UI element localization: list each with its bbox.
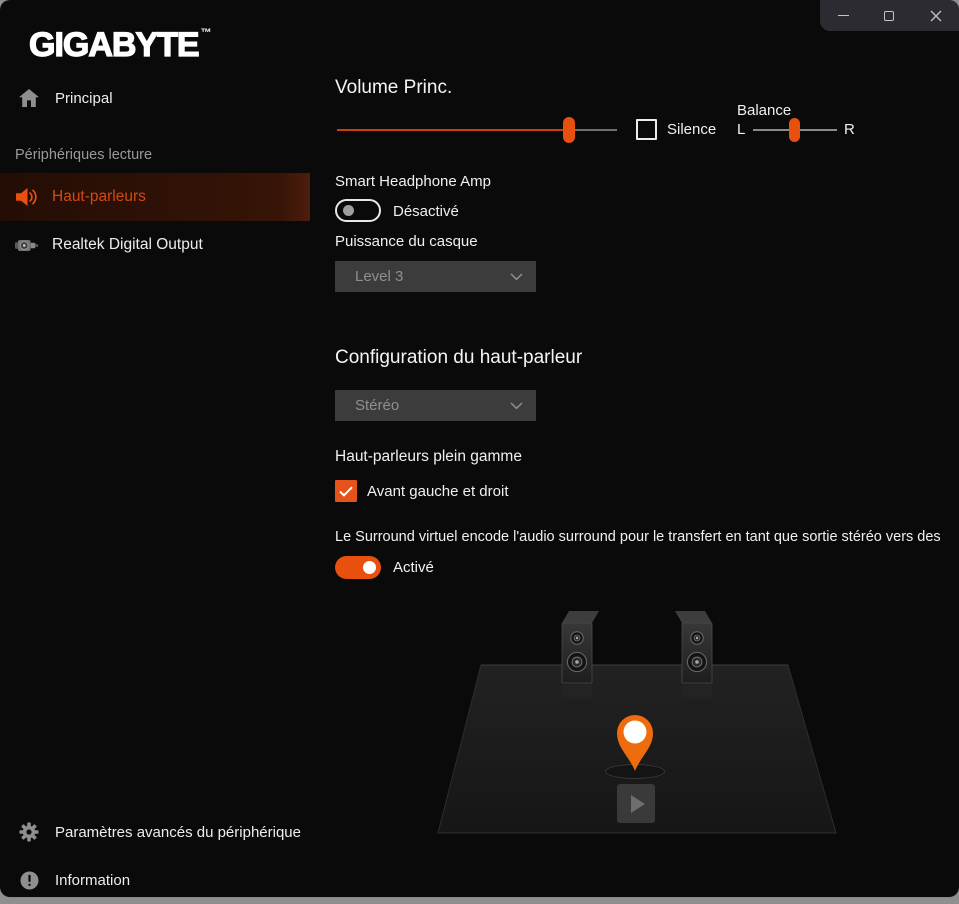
minimize-icon: [838, 15, 849, 16]
sidebar-item-label: Realtek Digital Output: [52, 236, 203, 254]
headphone-amp-toggle[interactable]: [335, 199, 381, 222]
sidebar-item-label: Paramètres avancés du périphérique: [55, 824, 301, 841]
maximize-icon: [884, 11, 894, 21]
balance-slider[interactable]: [753, 118, 837, 142]
mute-label: Silence: [667, 121, 716, 138]
virtual-surround-description: Le Surround virtuel encode l'audio surro…: [335, 529, 959, 545]
optical-plug-icon: [15, 238, 39, 253]
virtual-surround-state-label: Activé: [393, 559, 434, 576]
front-left-right-label: Avant gauche et droit: [367, 483, 509, 500]
gear-icon: [17, 822, 41, 842]
mute-checkbox[interactable]: [636, 119, 657, 140]
sidebar-item-information[interactable]: Information: [0, 858, 310, 897]
minimize-button[interactable]: [820, 0, 866, 31]
chevron-down-icon: [510, 273, 523, 281]
close-icon: [930, 10, 942, 22]
speaker-icon: [15, 187, 39, 207]
gigabyte-logo: GIGABYTE™: [29, 26, 210, 65]
checkmark-icon: [339, 486, 353, 497]
window-controls: [820, 0, 959, 31]
sidebar-item-realtek-digital-output[interactable]: Realtek Digital Output: [0, 223, 310, 267]
select-value: Level 3: [355, 268, 403, 285]
toggle-knob: [343, 205, 354, 216]
headphone-power-label: Puissance du casque: [335, 233, 478, 250]
app-window: GIGABYTE™ Principal Périphériques lectur…: [0, 0, 959, 897]
virtual-surround-toggle[interactable]: [335, 556, 381, 579]
maximize-button[interactable]: [866, 0, 912, 31]
play-test-button[interactable]: [617, 784, 655, 823]
location-pin-icon[interactable]: [609, 708, 661, 772]
volume-slider-handle[interactable]: [563, 117, 575, 143]
speaker-config-title: Configuration du haut-parleur: [335, 347, 582, 369]
sidebar-item-label: Haut-parleurs: [52, 188, 146, 206]
playback-devices-section-label: Périphériques lecture: [15, 147, 152, 163]
play-icon: [631, 795, 645, 813]
full-range-label: Haut-parleurs plein gamme: [335, 448, 522, 466]
front-left-right-checkbox[interactable]: [335, 480, 357, 502]
sidebar-item-advanced-device-settings[interactable]: Paramètres avancés du périphérique: [0, 810, 310, 854]
home-icon: [17, 89, 41, 107]
sidebar-item-principal[interactable]: Principal: [0, 78, 310, 118]
speaker-config-select[interactable]: Stéréo: [335, 390, 536, 421]
sidebar-item-label: Principal: [55, 90, 113, 107]
headphone-power-select[interactable]: Level 3: [335, 261, 536, 292]
volume-slider[interactable]: [337, 117, 617, 143]
sidebar-item-speakers[interactable]: Haut-parleurs: [0, 173, 310, 221]
headphone-amp-state-label: Désactivé: [393, 203, 459, 220]
volume-slider-fill: [337, 129, 569, 131]
balance-right-label: R: [844, 121, 855, 138]
toggle-knob: [363, 561, 376, 574]
close-button[interactable]: [913, 0, 959, 31]
select-value: Stéréo: [355, 397, 399, 414]
info-icon: [17, 871, 41, 890]
headphone-amp-label: Smart Headphone Amp: [335, 173, 491, 190]
balance-slider-handle[interactable]: [789, 118, 800, 142]
sidebar-item-label: Information: [55, 872, 130, 889]
chevron-down-icon: [510, 402, 523, 410]
master-volume-title: Volume Princ.: [335, 77, 452, 99]
balance-label: Balance: [737, 102, 791, 119]
balance-left-label: L: [737, 121, 745, 138]
